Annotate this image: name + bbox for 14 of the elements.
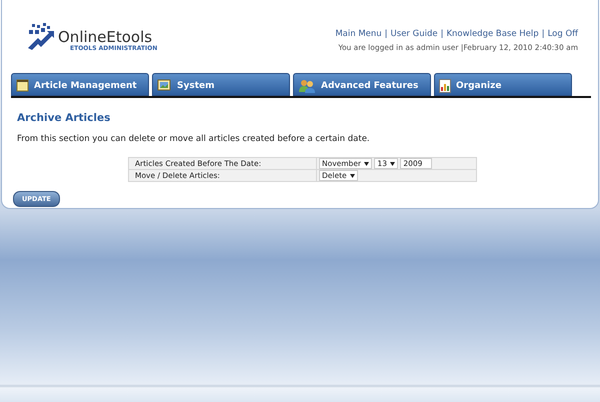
header-link[interactable]: Knowledge Base Help bbox=[446, 29, 539, 39]
link-separator: | bbox=[384, 29, 388, 39]
tab[interactable]: Organize bbox=[434, 73, 572, 96]
link-separator: | bbox=[440, 29, 444, 39]
tab[interactable]: Article Management bbox=[11, 73, 149, 96]
section-description: From this section you can delete or move all articles created before a certain date. bbox=[17, 134, 371, 144]
link-separator: | bbox=[542, 29, 545, 39]
tab[interactable]: System bbox=[152, 73, 290, 96]
logo-text: OnlineEtools bbox=[58, 29, 152, 45]
header-link[interactable]: Main Menu bbox=[335, 29, 382, 39]
tab[interactable]: Advanced Features bbox=[293, 73, 431, 96]
header-link[interactable]: Log Off bbox=[548, 29, 578, 39]
section-title: Archive Articles bbox=[17, 112, 112, 124]
header-link[interactable]: User Guide bbox=[390, 29, 438, 39]
